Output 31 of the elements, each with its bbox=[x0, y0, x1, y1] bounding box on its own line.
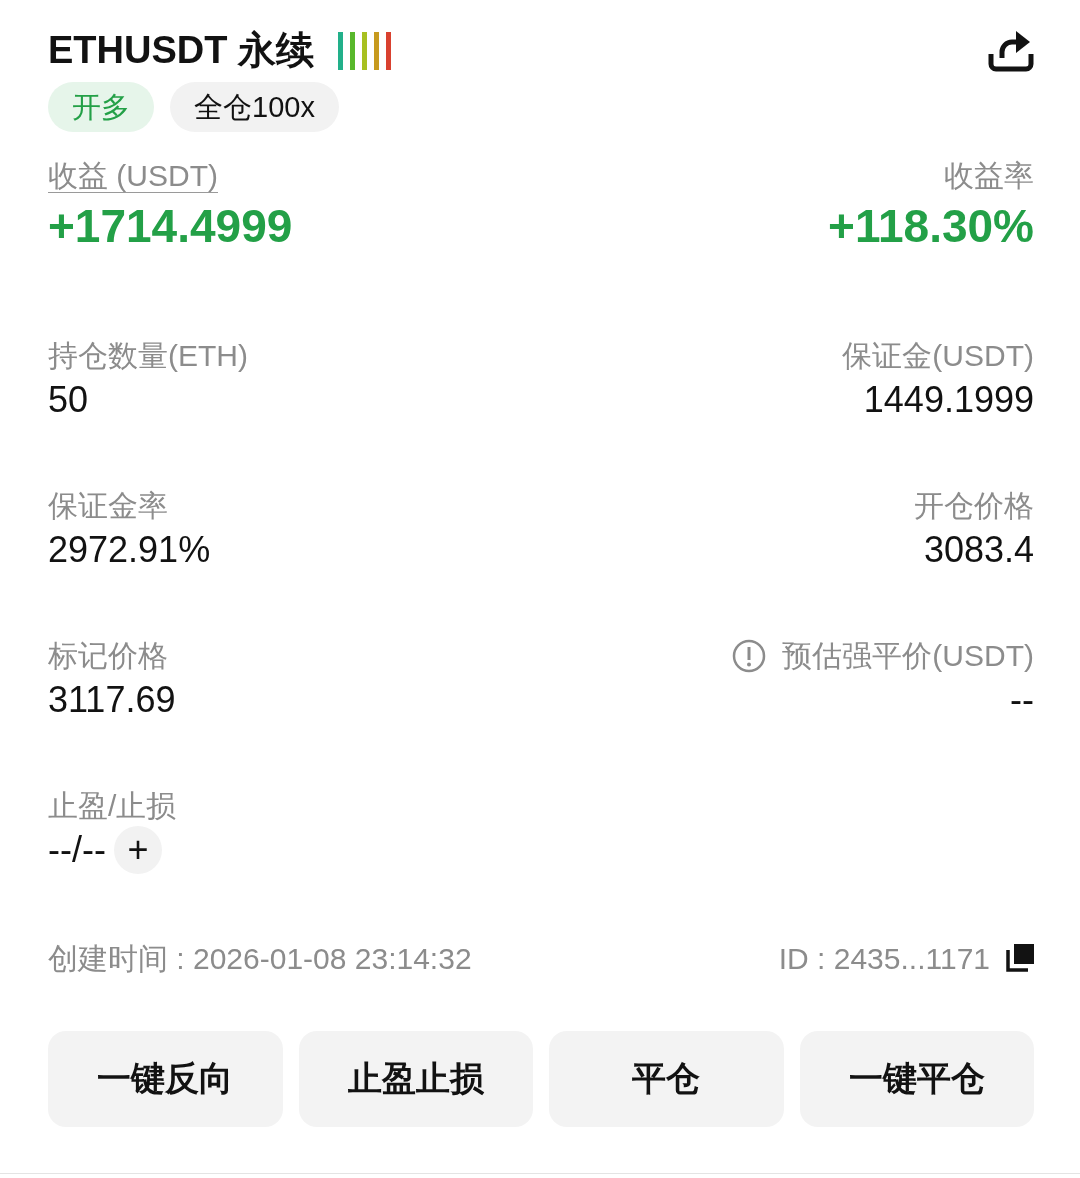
info-icon[interactable] bbox=[732, 638, 767, 673]
field-value: -- bbox=[1009, 677, 1034, 722]
copy-icon[interactable] bbox=[1006, 944, 1034, 973]
action-button[interactable]: 一键反向 bbox=[48, 1030, 283, 1127]
field-label: 保证金率 bbox=[48, 487, 168, 524]
tag: 全仓100x bbox=[170, 81, 339, 132]
share-icon[interactable] bbox=[988, 29, 1034, 72]
field-value: 1449.1999 bbox=[862, 377, 1034, 422]
add-tpsl-button[interactable]: + bbox=[113, 825, 162, 874]
pnl-value: +1714.4999 bbox=[48, 198, 293, 254]
risk-bars-icon bbox=[338, 31, 394, 70]
field-label: 持仓数量(ETH) bbox=[48, 337, 248, 374]
action-button[interactable]: 一键平仓 bbox=[799, 1030, 1034, 1127]
field-value: 3083.4 bbox=[922, 527, 1034, 572]
field-label: 标记价格 bbox=[48, 637, 168, 674]
field-label: 预估强平价(USDT) bbox=[782, 637, 1034, 674]
symbol-title: ETHUSDT 永续 bbox=[48, 28, 314, 73]
field-value: 3117.69 bbox=[48, 677, 176, 722]
field-value: 50 bbox=[48, 377, 90, 422]
field-label: 开仓价格 bbox=[914, 487, 1034, 524]
order-id: ID : 2435...1171 bbox=[778, 940, 990, 977]
field-value: 2972.91% bbox=[48, 527, 211, 572]
action-button[interactable]: 止盈止损 bbox=[298, 1030, 533, 1127]
field-label: 保证金(USDT) bbox=[842, 337, 1034, 374]
roe-value: +118.30% bbox=[828, 198, 1034, 254]
roe-label: 收益率 bbox=[943, 157, 1034, 194]
created-time: 创建时间 : 2026-01-08 23:14:32 bbox=[48, 940, 472, 977]
tag: 开多 bbox=[48, 81, 154, 132]
tpsl-label: 止盈/止损 bbox=[48, 787, 177, 824]
action-button[interactable]: 平仓 bbox=[549, 1030, 784, 1127]
tpsl-value: --/-- bbox=[48, 827, 106, 872]
